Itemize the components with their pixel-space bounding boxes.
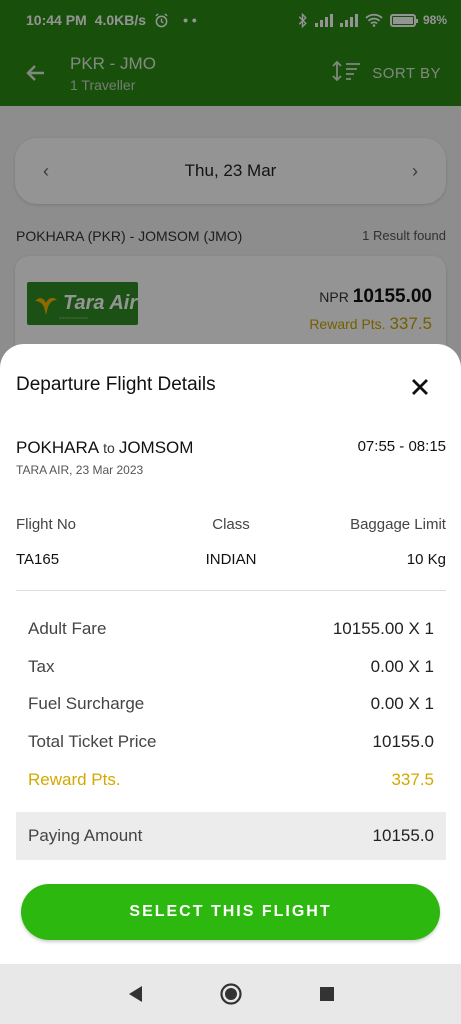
flight-no-value: TA165 [16,551,60,568]
fare-value: 10155.0 [372,732,434,752]
fare-label: Total Ticket Price [28,732,157,752]
system-nav-bar [0,964,461,1024]
fare-label: Fuel Surcharge [28,694,145,714]
fare-label: Tax [28,656,55,676]
destination-city: JOMSOM [118,438,194,457]
sheet-title: Departure Flight Details [16,374,216,395]
baggage-header: Baggage Limit [350,516,446,533]
paying-label: Paying Amount [28,826,143,845]
close-icon[interactable] [407,374,433,400]
fare-breakdown: Adult Fare 10155.00 X 1 Tax 0.00 X 1 Fue… [16,610,446,799]
class-value: INDIAN [205,551,257,568]
flight-details-sheet: Departure Flight Details POKHARA to JOMSOM… [0,344,461,964]
fare-row-tax: Tax 0.00 X 1 [16,648,446,686]
fare-row-reward: Reward Pts. 337.5 [16,761,446,799]
fare-label: Adult Fare [28,618,107,638]
fare-label: Reward Pts. [28,770,121,790]
nav-recents-icon[interactable] [313,980,341,1008]
baggage-value: 10 Kg [406,551,446,568]
nav-home-icon[interactable] [217,980,245,1008]
flight-no-header: Flight No [16,516,77,533]
fare-value: 0.00 X 1 [370,656,434,676]
divider [16,590,446,591]
paying-value: 10155.0 [372,826,434,845]
select-flight-button[interactable]: SELECT THIS FLIGHT [21,884,440,940]
class-header: Class [212,516,250,533]
nav-back-icon[interactable] [121,980,149,1008]
origin-city: POKHARA [16,438,100,457]
fare-value: 10155.00 X 1 [332,618,434,638]
to-word: to [103,440,115,456]
flight-leg: POKHARA to JOMSOM TARA AIR, 23 Mar 2023 07… [16,438,446,477]
flight-meta: Flight No Class Baggage Limit TA165 INDI… [16,516,446,568]
fare-row-total: Total Ticket Price 10155.0 [16,723,446,761]
fare-row-adult: Adult Fare 10155.00 X 1 [16,610,446,648]
fare-value: 0.00 X 1 [370,694,434,714]
fare-row-fuel: Fuel Surcharge 0.00 X 1 [16,686,446,724]
paying-amount-row: Paying Amount 10155.0 [16,812,446,860]
airline-date: TARA AIR, 23 Mar 2023 [16,463,144,477]
fare-value: 337.5 [391,770,434,790]
time-range: 07:55 - 08:15 [357,438,446,455]
